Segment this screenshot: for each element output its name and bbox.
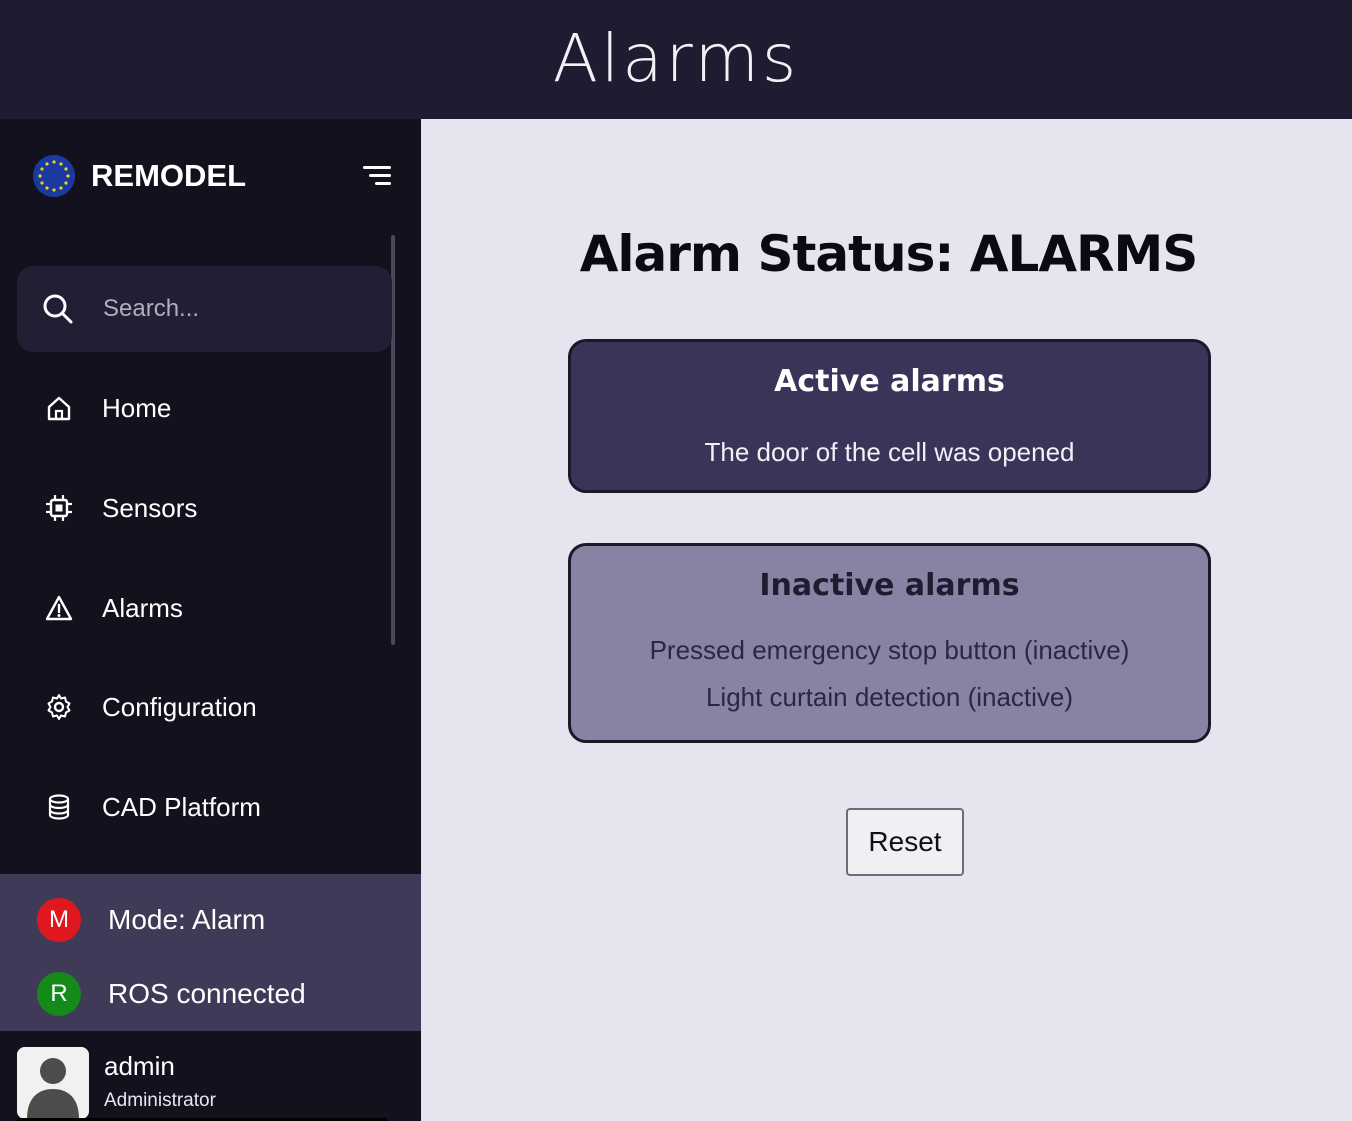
reset-button[interactable]: Reset — [846, 808, 964, 876]
gear-icon — [47, 694, 71, 720]
home-icon — [47, 396, 71, 421]
top-header: Alarms — [0, 0, 1352, 119]
sidebar-item-sensors[interactable]: Sensors — [0, 478, 421, 538]
menu-toggle-icon[interactable] — [361, 163, 393, 189]
brand-name: REMODEL — [91, 158, 246, 193]
mode-status-text: Mode: Alarm — [108, 904, 266, 935]
sidebar-item-cad-platform[interactable]: CAD Platform — [0, 777, 421, 837]
mode-status: M Mode: Alarm — [0, 890, 421, 950]
sidebar-item-home[interactable]: Home — [0, 378, 421, 438]
sidebar-item-label: Home — [102, 392, 172, 423]
active-alarm-item: The door of the cell was opened — [704, 437, 1075, 467]
mode-badge: M — [37, 898, 81, 942]
ros-status-text: ROS connected — [108, 978, 306, 1009]
inactive-alarms-title: Inactive alarms — [759, 568, 1020, 603]
inactive-alarms-card: Inactive alarms Pressed emergency stop b… — [568, 543, 1211, 743]
sidebar-item-configuration[interactable]: Configuration — [0, 677, 421, 737]
eu-logo-icon — [33, 155, 75, 197]
brand[interactable]: REMODEL — [33, 154, 403, 198]
sidebar-item-alarms[interactable]: Alarms — [0, 578, 421, 638]
status-panel: M Mode: Alarm R ROS connected — [0, 874, 421, 1031]
inactive-alarm-item: Light curtain detection (inactive) — [705, 682, 1074, 712]
active-alarms-card: Active alarms The door of the cell was o… — [568, 339, 1211, 493]
sidebar-item-label: Alarms — [102, 592, 183, 623]
user-name: admin — [104, 1051, 175, 1081]
page-title: Alarms — [552, 20, 800, 97]
user-role: Administrator — [104, 1090, 216, 1111]
avatar — [17, 1047, 89, 1119]
inactive-alarm-item: Pressed emergency stop button (inactive) — [649, 635, 1130, 665]
warning-icon — [45, 595, 73, 621]
active-alarms-title: Active alarms — [774, 364, 1005, 399]
user-profile[interactable]: admin Administrator — [0, 1031, 421, 1121]
ros-badge: R — [37, 972, 81, 1016]
main-content: Alarm Status: ALARMS Active alarms The d… — [421, 119, 1352, 1121]
database-icon — [48, 794, 70, 820]
alarm-status-heading: Alarm Status: ALARMS — [579, 225, 1199, 283]
sidebar: REMODEL Home — [0, 119, 421, 1121]
ros-status: R ROS connected — [0, 964, 421, 1024]
chip-icon — [46, 495, 72, 521]
sidebar-item-label: Sensors — [102, 492, 198, 523]
search-icon — [43, 294, 73, 324]
sidebar-item-label: CAD Platform — [102, 791, 261, 822]
search-box — [17, 266, 392, 352]
sidebar-item-label: Configuration — [102, 691, 257, 722]
search-input[interactable] — [103, 295, 363, 323]
